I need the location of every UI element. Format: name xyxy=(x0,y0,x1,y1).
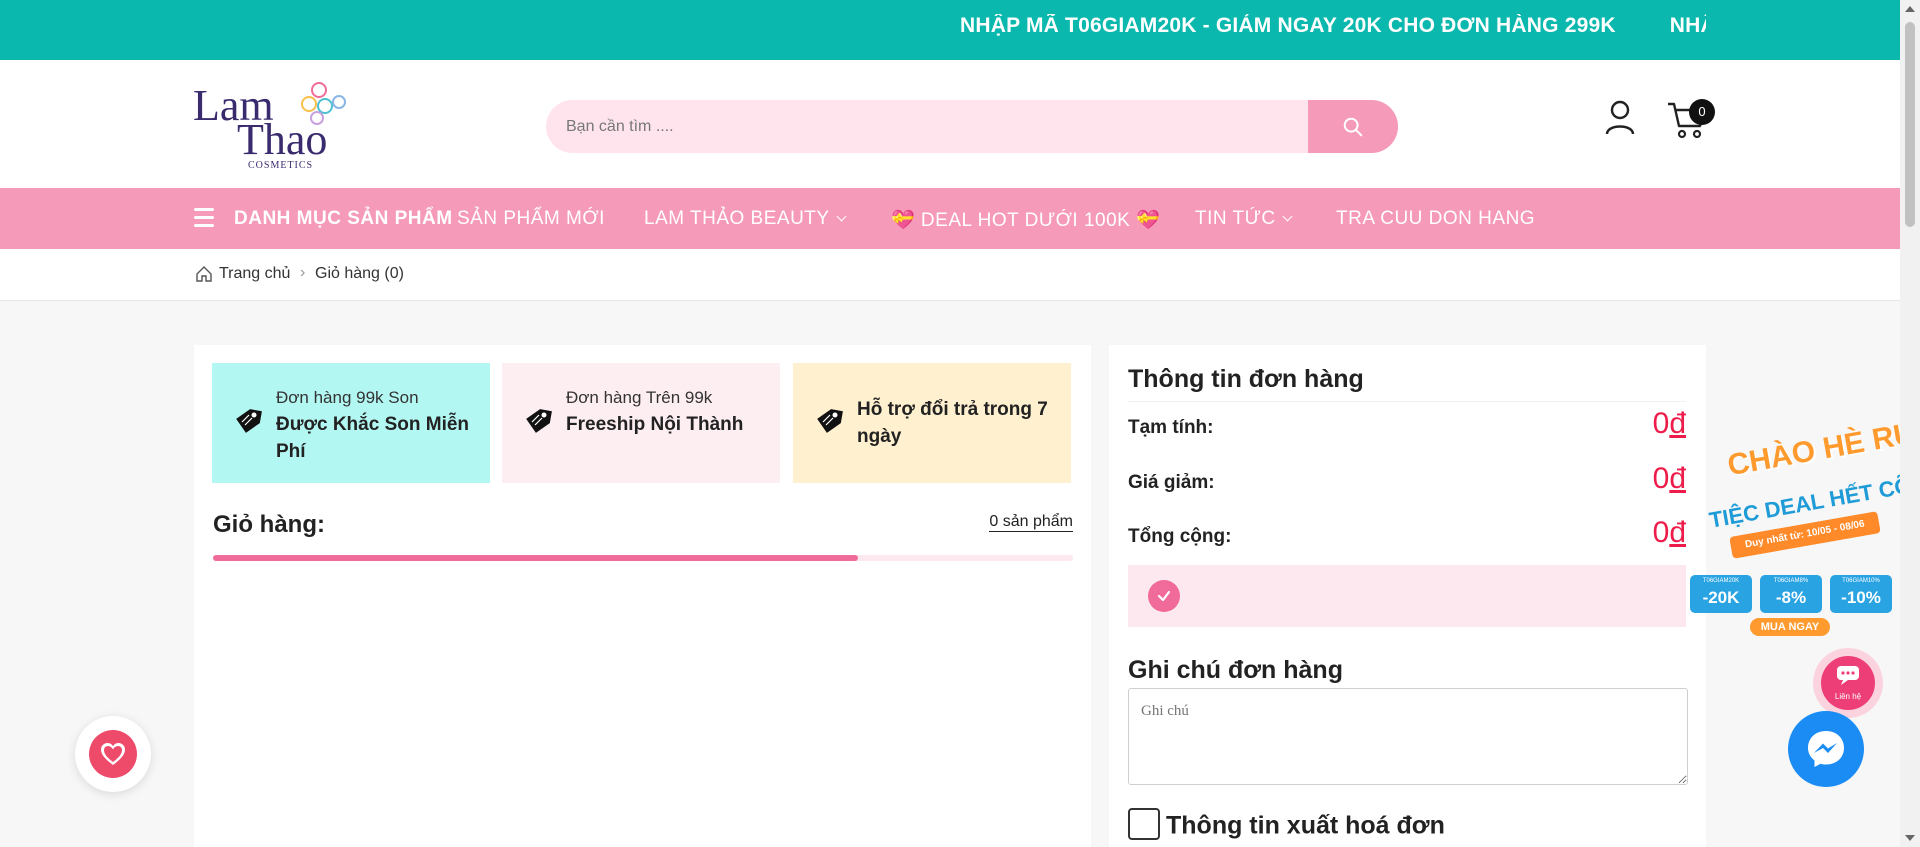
coupon-value: -20K xyxy=(1702,588,1740,607)
perk-line2: Hỗ trợ đổi trả trong 7 ngày xyxy=(857,399,1048,447)
perk-card-engraving: Đơn hàng 99k Son Được Khắc Son Miễn Phí xyxy=(212,363,490,483)
main-nav: DANH MỤC SẢN PHẨM SẢN PHẨM MỚI LAM THẢO … xyxy=(0,188,1900,249)
logo-rings-icon xyxy=(301,82,346,125)
coupon-code: T06GIAM8% xyxy=(1773,578,1809,584)
nav-item-new-products[interactable]: SẢN PHẨM MỚI xyxy=(457,208,605,230)
perk-line2: Freeship Nội Thành xyxy=(566,414,744,435)
currency-symbol: đ xyxy=(1669,407,1686,440)
nav-item-news[interactable]: TIN TỨC xyxy=(1195,208,1293,230)
divider xyxy=(1128,401,1686,402)
logo[interactable]: Lam Thao COSMETICS xyxy=(193,80,353,172)
menu-icon[interactable] xyxy=(194,208,214,227)
promo-banner[interactable]: CHÀO HÈ RỰC RỠ TIỆC DEAL HẾT CỠ Duy nhất… xyxy=(1686,403,1920,640)
total-row: Tổng cộng: 0đ xyxy=(1128,516,1686,556)
discount-label: Giá giảm: xyxy=(1128,472,1215,493)
coupon-value: -8% xyxy=(1775,588,1807,607)
chevron-down-icon xyxy=(1282,211,1293,222)
messenger-button[interactable] xyxy=(1788,711,1864,787)
subtotal-amount: 0 xyxy=(1652,407,1670,440)
scroll-down-icon[interactable] xyxy=(1905,835,1915,841)
search-icon xyxy=(1343,117,1363,136)
contact-label: Liên hệ xyxy=(1834,692,1862,701)
order-note-textarea[interactable] xyxy=(1128,688,1688,785)
promo-buy-now-button[interactable]: MUA NGAY xyxy=(1750,618,1830,636)
discount-value: 0đ xyxy=(1653,462,1686,496)
announcement-marquee: NHẬP MÃ T06GIAM20K - GIẢM NGAY 20K CHO Đ… xyxy=(960,14,1706,38)
total-amount: 0 xyxy=(1652,516,1670,549)
wishlist-button[interactable] xyxy=(75,716,151,792)
perk-line1: Đơn hàng Trên 99k xyxy=(566,388,713,407)
wishlist-inner xyxy=(89,730,137,778)
cart-item-count[interactable]: 0 sản phẩm xyxy=(989,513,1073,532)
coupon-code: T06GIAM20K xyxy=(1702,578,1740,584)
total-label: Tổng cộng: xyxy=(1128,526,1232,547)
currency-symbol: đ xyxy=(1669,462,1686,495)
breadcrumb-separator-icon: › xyxy=(300,264,306,281)
invoice-checkbox[interactable] xyxy=(1128,808,1160,840)
invoice-checkbox-row[interactable]: Thông tin xuất hoá đơn xyxy=(1128,808,1445,843)
nav-item-order-lookup[interactable]: TRA CUU DON HANG xyxy=(1336,208,1535,230)
perk-line1: Đơn hàng 99k Son xyxy=(276,388,419,407)
breadcrumb-current: Giỏ hàng (0) xyxy=(315,265,404,282)
subtotal-row: Tạm tính: 0đ xyxy=(1128,407,1686,447)
search-bar xyxy=(546,100,1398,153)
nav-item-label: TIN TỨC xyxy=(1195,208,1276,229)
currency-symbol: đ xyxy=(1669,516,1686,549)
price-tag-icon xyxy=(817,409,843,433)
contact-inner: Liên hệ xyxy=(1821,656,1875,710)
coupon-badge: T06GIAM10% -10% xyxy=(1830,575,1892,613)
scrollbar-thumb[interactable] xyxy=(1905,22,1915,227)
perk-line2: Được Khắc Son Miễn Phí xyxy=(276,414,470,462)
order-summary-panel: Thông tin đơn hàng Tạm tính: 0đ Giá giảm… xyxy=(1109,345,1706,847)
perk-card-returns: Hỗ trợ đổi trả trong 7 ngày xyxy=(793,363,1071,483)
heart-icon xyxy=(101,743,125,765)
page-scrollbar[interactable] xyxy=(1900,0,1920,847)
search-input[interactable] xyxy=(566,100,1286,153)
cart-count-badge: 0 xyxy=(1689,99,1715,125)
invoice-label: Thông tin xuất hoá đơn xyxy=(1166,811,1445,840)
nav-item-deal-hot[interactable]: 💝 DEAL HOT DƯỚI 100K 💝 xyxy=(891,208,1160,232)
logo-text-cosmetics: COSMETICS xyxy=(248,160,314,171)
coupon-badge: T06GIAM8% -8% xyxy=(1760,575,1822,613)
home-icon xyxy=(196,266,212,282)
cart-title: Giỏ hàng: xyxy=(213,511,325,538)
user-account-icon[interactable] xyxy=(1604,100,1636,136)
price-tag-icon xyxy=(236,409,262,433)
promo-headline: CHÀO HÈ RỰC RỠ xyxy=(1725,403,1920,483)
subtotal-value: 0đ xyxy=(1653,407,1686,441)
nav-item-lam-thao-beauty[interactable]: LAM THẢO BEAUTY xyxy=(644,208,847,230)
subtotal-label: Tạm tính: xyxy=(1128,417,1214,438)
order-note-title: Ghi chú đơn hàng xyxy=(1128,656,1343,684)
contact-button[interactable]: Liên hệ xyxy=(1813,648,1883,718)
order-summary-title: Thông tin đơn hàng xyxy=(1128,365,1364,393)
announcement-message: NHẬP M xyxy=(1669,14,1706,37)
discount-amount: 0 xyxy=(1652,462,1670,495)
scroll-up-icon[interactable] xyxy=(1905,6,1915,12)
breadcrumb: Trang chủ › Giỏ hàng (0) xyxy=(0,249,1900,301)
freeship-progress-bar xyxy=(213,555,1073,561)
total-value: 0đ xyxy=(1653,516,1686,550)
check-circle-icon xyxy=(1148,580,1180,612)
nav-item-categories[interactable]: DANH MỤC SẢN PHẨM xyxy=(234,208,453,230)
coupon-badge: T06GIAM20K -20K xyxy=(1690,575,1752,613)
progress-fill xyxy=(213,555,858,561)
search-button[interactable] xyxy=(1308,100,1398,153)
price-tag-icon xyxy=(526,409,552,433)
coupon-code: T06GIAM10% xyxy=(1842,578,1880,584)
cart-panel: Đơn hàng 99k Son Được Khắc Son Miễn Phí … xyxy=(194,345,1091,847)
discount-row: Giá giảm: 0đ xyxy=(1128,462,1686,502)
chevron-down-icon xyxy=(836,211,847,222)
messenger-icon xyxy=(1808,731,1844,767)
coupon-value: -10% xyxy=(1841,588,1881,607)
freeship-status-box xyxy=(1128,565,1686,627)
announcement-message: NHẬP MÃ T06GIAM20K - GIẢM NGAY 20K CHO Đ… xyxy=(960,14,1616,37)
announcement-bar: NHẬP MÃ T06GIAM20K - GIẢM NGAY 20K CHO Đ… xyxy=(0,0,1900,60)
chat-bubble-icon xyxy=(1837,666,1859,685)
nav-item-label: LAM THẢO BEAUTY xyxy=(644,208,830,229)
perk-card-freeship: Đơn hàng Trên 99k Freeship Nội Thành xyxy=(502,363,780,483)
breadcrumb-home-link[interactable]: Trang chủ xyxy=(219,265,290,283)
